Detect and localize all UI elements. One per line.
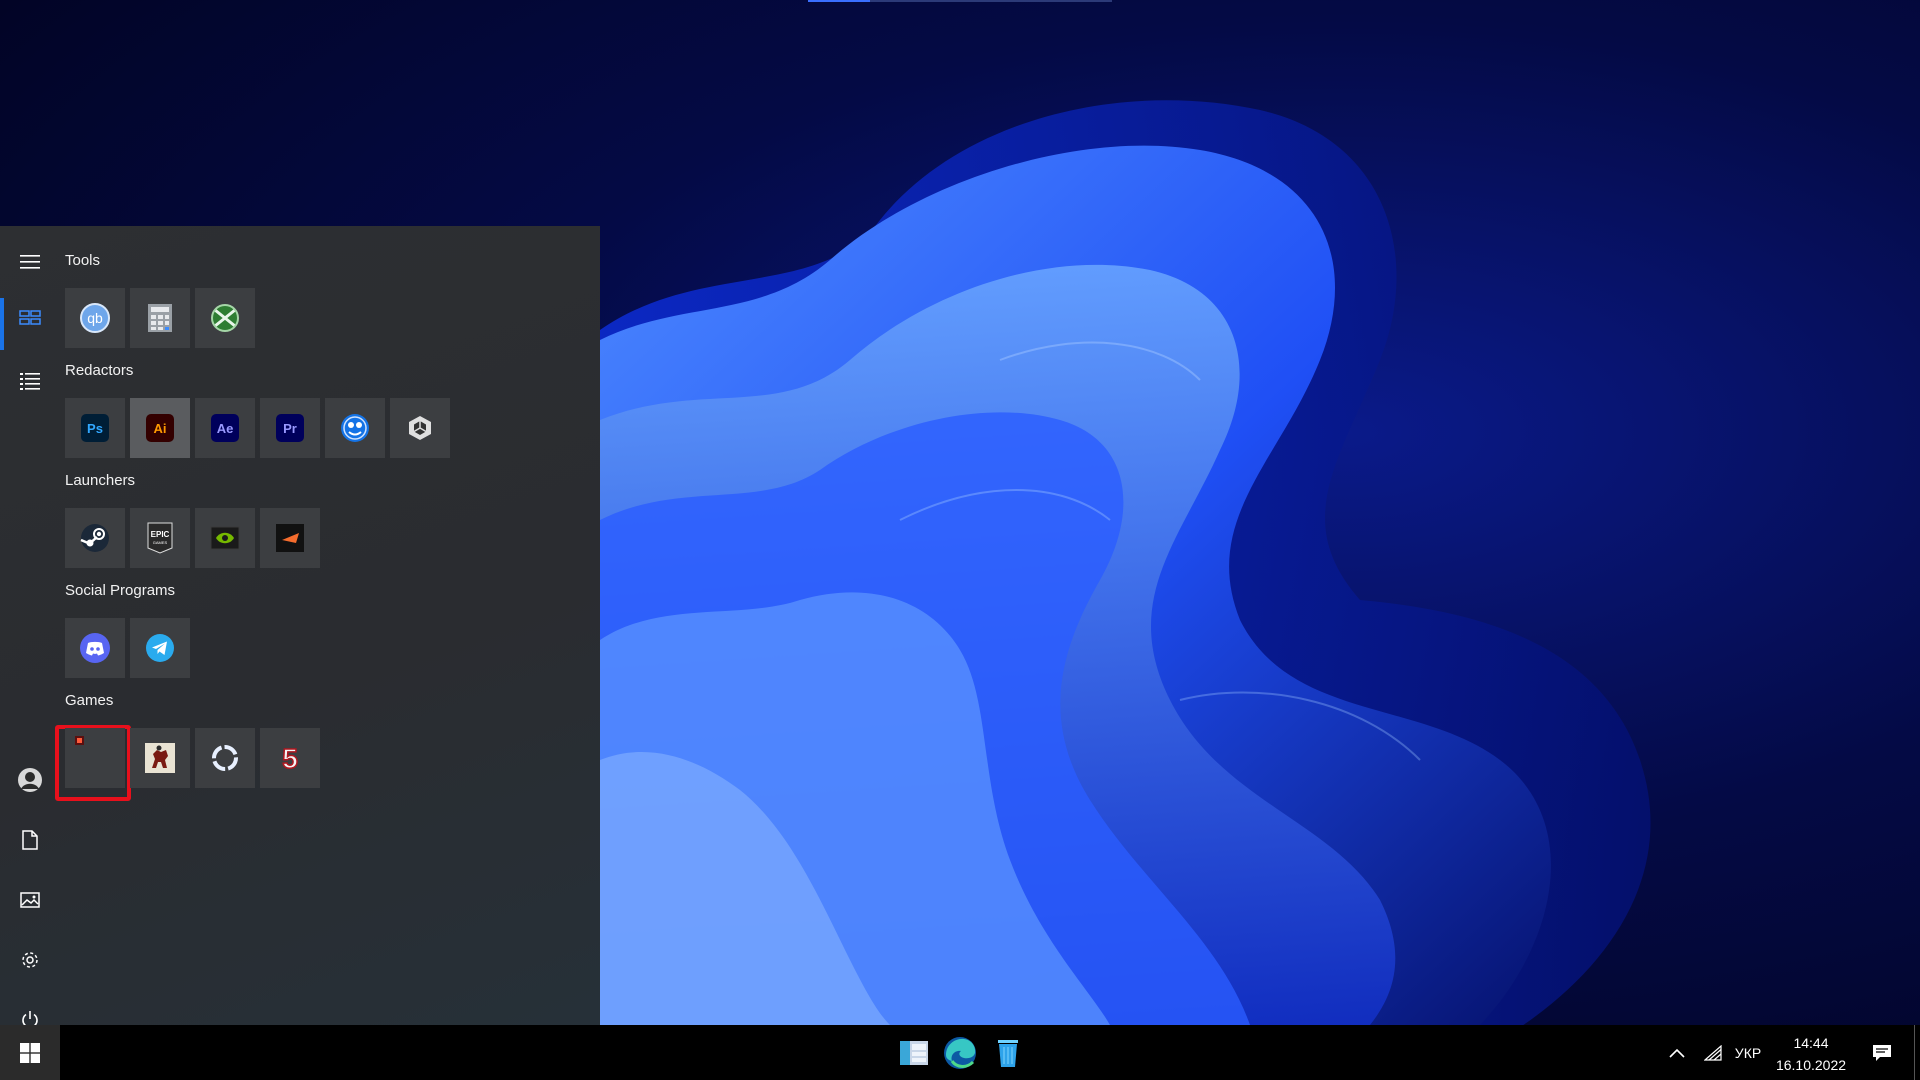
five-icon: 5	[281, 742, 298, 774]
svg-text:Ai: Ai	[154, 421, 167, 436]
taskbar-file-explorer[interactable]	[893, 1032, 935, 1074]
tile-photoshop[interactable]: Ps	[65, 398, 125, 458]
tile-nvidia[interactable]	[195, 508, 255, 568]
tile-creative-cloud[interactable]	[325, 398, 385, 458]
steam-icon	[80, 524, 109, 552]
tile-game-1[interactable]	[65, 728, 125, 788]
epic-games-icon: EPIC GAMES	[147, 522, 173, 554]
tiles-view-icon	[19, 310, 41, 325]
taskbar: УКР 14:44 16.10.2022	[0, 1025, 1920, 1080]
document-icon	[22, 830, 38, 850]
edge-icon	[944, 1037, 976, 1069]
start-button[interactable]	[0, 1025, 60, 1080]
group-title-launchers[interactable]: Launchers	[65, 472, 135, 489]
show-hidden-icons-button[interactable]	[1660, 1025, 1694, 1080]
creative-cloud-icon	[341, 414, 369, 442]
nvidia-icon	[210, 526, 240, 550]
illustrator-icon: Ai	[146, 414, 174, 442]
tile-steam[interactable]	[65, 508, 125, 568]
list-view-icon	[20, 373, 40, 390]
svg-text:Ae: Ae	[217, 421, 234, 436]
qbittorrent-icon: qb	[80, 303, 110, 333]
tile-illustrator[interactable]: Ai	[130, 398, 190, 458]
chevron-up-icon	[1669, 1048, 1685, 1058]
show-desktop-button[interactable]	[1914, 1025, 1915, 1080]
pictures-icon	[20, 892, 40, 908]
photoshop-icon: Ps	[81, 414, 109, 442]
user-account-button[interactable]	[0, 756, 60, 804]
tile-calculator[interactable]	[130, 288, 190, 348]
file-explorer-icon	[900, 1041, 928, 1065]
ring-icon	[212, 745, 238, 771]
tile-xbox-game-bar[interactable]	[195, 288, 255, 348]
red-dead-icon	[145, 743, 175, 773]
tile-game-five[interactable]: 5	[260, 728, 320, 788]
svg-text:GAMES: GAMES	[153, 540, 168, 545]
pictures-button[interactable]	[0, 876, 60, 924]
tile-after-effects[interactable]: Ae	[195, 398, 255, 458]
svg-text:Ps: Ps	[87, 421, 103, 436]
group-title-redactors[interactable]: Redactors	[65, 362, 133, 379]
network-button[interactable]	[1696, 1025, 1730, 1080]
start-menu: Tools Redactors Launchers Social Program…	[0, 226, 600, 1028]
language-indicator[interactable]: УКР	[1728, 1025, 1768, 1080]
svg-text:EPIC: EPIC	[151, 530, 170, 539]
group-title-games[interactable]: Games	[65, 692, 113, 709]
notification-icon	[1873, 1044, 1891, 1061]
settings-button[interactable]	[0, 936, 60, 984]
top-window-indicator	[808, 0, 1112, 2]
tile-origin[interactable]	[260, 508, 320, 568]
group-title-social-programs[interactable]: Social Programs	[65, 582, 175, 599]
calculator-icon	[148, 304, 172, 332]
telegram-icon	[146, 634, 174, 662]
unity-icon	[409, 416, 431, 440]
tile-ring-game[interactable]	[195, 728, 255, 788]
discord-icon	[80, 633, 110, 663]
wifi-icon	[1704, 1044, 1722, 1061]
windows-logo-icon	[20, 1042, 40, 1063]
recycle-bin-icon	[998, 1040, 1018, 1067]
notifications-button[interactable]	[1864, 1025, 1900, 1080]
tile-discord[interactable]	[65, 618, 125, 678]
tile-qbittorrent[interactable]: qb	[65, 288, 125, 348]
tile-unity-hub[interactable]	[390, 398, 450, 458]
gear-icon	[22, 952, 38, 968]
desktop: Tools Redactors Launchers Social Program…	[0, 0, 1920, 1080]
svg-text:qb: qb	[87, 310, 103, 326]
svg-text:Pr: Pr	[283, 421, 297, 436]
tile-telegram[interactable]	[130, 618, 190, 678]
origin-icon	[276, 524, 304, 552]
hamburger-icon	[20, 255, 40, 269]
svg-text:5: 5	[282, 743, 298, 774]
group-title-tools[interactable]: Tools	[65, 252, 100, 269]
menu-expand-button[interactable]	[0, 238, 60, 286]
game-icon	[75, 736, 84, 745]
clock[interactable]: 14:44 16.10.2022	[1770, 1032, 1852, 1076]
all-apps-button[interactable]	[0, 357, 60, 405]
pinned-tiles-button[interactable]	[0, 294, 60, 350]
clock-time: 14:44	[1793, 1035, 1829, 1051]
avatar	[18, 768, 42, 792]
start-menu-rail	[0, 226, 60, 1028]
after-effects-icon: Ae	[211, 414, 239, 442]
tile-epic-games[interactable]: EPIC GAMES	[130, 508, 190, 568]
tile-red-dead-redemption[interactable]	[130, 728, 190, 788]
premiere-pro-icon: Pr	[276, 414, 304, 442]
documents-button[interactable]	[0, 816, 60, 864]
taskbar-edge[interactable]	[939, 1032, 981, 1074]
tile-premiere-pro[interactable]: Pr	[260, 398, 320, 458]
xbox-icon	[211, 304, 239, 332]
taskbar-recycle-bin[interactable]	[987, 1032, 1029, 1074]
clock-date: 16.10.2022	[1775, 1057, 1847, 1073]
